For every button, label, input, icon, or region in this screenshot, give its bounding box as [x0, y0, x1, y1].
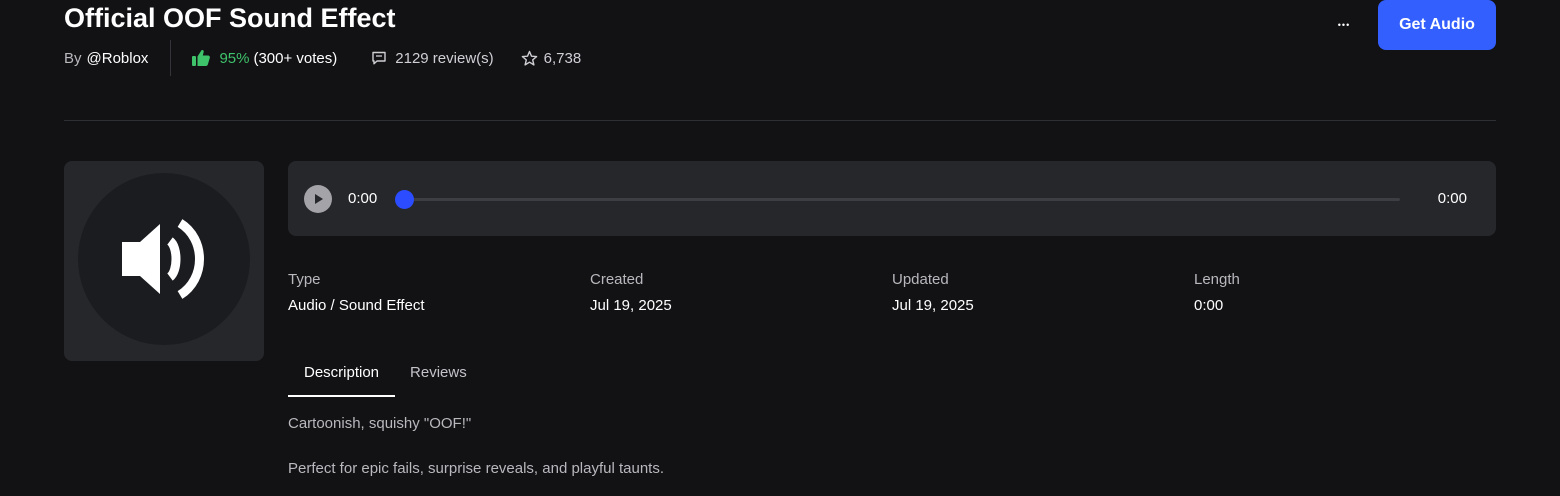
detail-label: Updated [892, 271, 949, 288]
detail-length: Length 0:00 [1194, 270, 1240, 316]
review-count-label: 2129 review(s) [395, 49, 494, 67]
detail-label: Created [590, 271, 644, 288]
description-line: Cartoonish, squishy "OOF!" [288, 415, 472, 432]
content-tabs: Description Reviews [288, 356, 483, 397]
description-text: Cartoonish, squishy "OOF!" Perfect for e… [288, 414, 1488, 479]
play-icon [312, 193, 324, 205]
speaker-volume-icon [116, 211, 212, 307]
favorite-count-label: 6,738 [543, 49, 582, 67]
tab-reviews[interactable]: Reviews [395, 356, 483, 397]
header-divider [64, 120, 1496, 121]
asset-meta: By @Roblox 95% (300+ votes) 2129 review(… [64, 40, 581, 76]
asset-details: Type Audio / Sound Effect Created Jul 19… [288, 270, 1496, 320]
asset-page: Official OOF Sound Effect By @Roblox 95%… [0, 0, 1560, 496]
detail-label: Length [1194, 271, 1240, 288]
comment-icon [371, 50, 387, 66]
progress-handle[interactable] [395, 190, 414, 209]
detail-label: Type [288, 271, 321, 288]
star-icon [521, 50, 538, 67]
play-button[interactable] [304, 185, 332, 213]
favorite-count[interactable]: 6,738 [521, 49, 582, 67]
detail-value: Jul 19, 2025 [892, 297, 974, 314]
description-line: Perfect for epic fails, surprise reveals… [288, 460, 665, 477]
vote-count: (300+ votes) [253, 49, 338, 67]
asset-title: Official OOF Sound Effect [64, 3, 396, 33]
creator-link[interactable]: @Roblox [87, 50, 149, 67]
vote-summary: 95% (300+ votes) [191, 48, 337, 68]
by-label: By [64, 49, 82, 67]
detail-type: Type Audio / Sound Effect [288, 270, 425, 316]
thumbs-up-icon [191, 48, 211, 68]
vote-percent: 95% [219, 49, 250, 67]
get-audio-button[interactable]: Get Audio [1378, 0, 1496, 50]
tab-description[interactable]: Description [288, 356, 396, 397]
more-options-button[interactable]: ••• [1328, 10, 1360, 40]
asset-thumbnail [64, 161, 264, 361]
detail-value: 0:00 [1194, 297, 1224, 314]
detail-created: Created Jul 19, 2025 [590, 270, 672, 316]
detail-updated: Updated Jul 19, 2025 [892, 270, 974, 316]
detail-value: Jul 19, 2025 [590, 297, 672, 314]
current-time: 0:00 [348, 190, 378, 207]
total-time: 0:00 [1437, 190, 1467, 207]
audio-player: 0:00 0:00 [288, 161, 1496, 236]
review-count[interactable]: 2129 review(s) [371, 49, 494, 67]
detail-value: Audio / Sound Effect [288, 297, 425, 314]
more-icon: ••• [1337, 20, 1351, 30]
progress-track[interactable] [395, 190, 1400, 209]
thumbnail-circle [78, 173, 250, 345]
meta-divider [170, 40, 172, 76]
